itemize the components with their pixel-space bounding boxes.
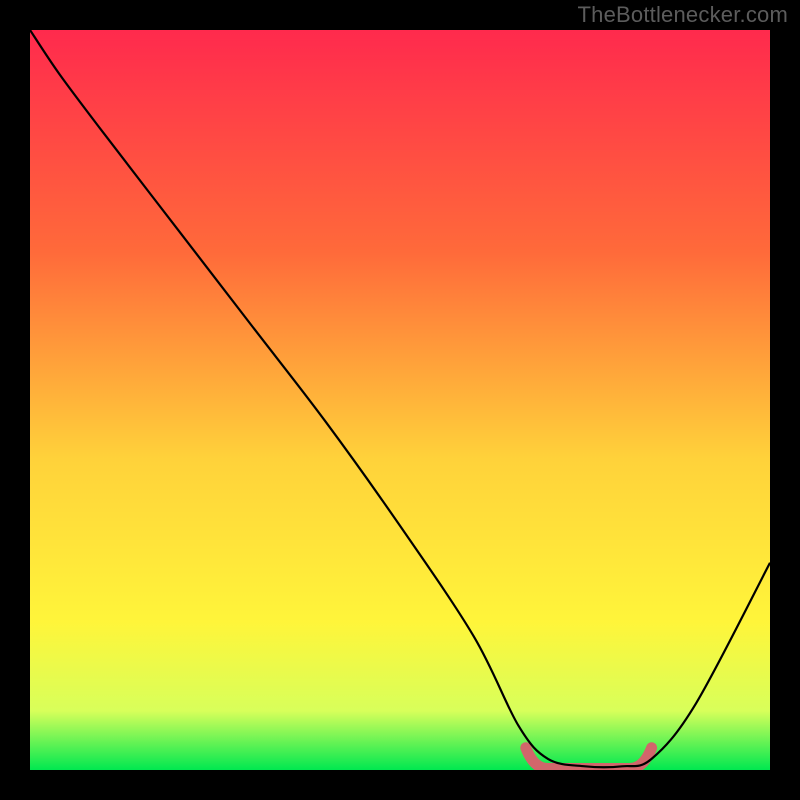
- chart-area: [30, 30, 770, 770]
- gradient-background: [30, 30, 770, 770]
- outer-frame: TheBottleneсker.com: [0, 0, 800, 800]
- chart-svg: [30, 30, 770, 770]
- watermark-text: TheBottleneсker.com: [578, 2, 788, 28]
